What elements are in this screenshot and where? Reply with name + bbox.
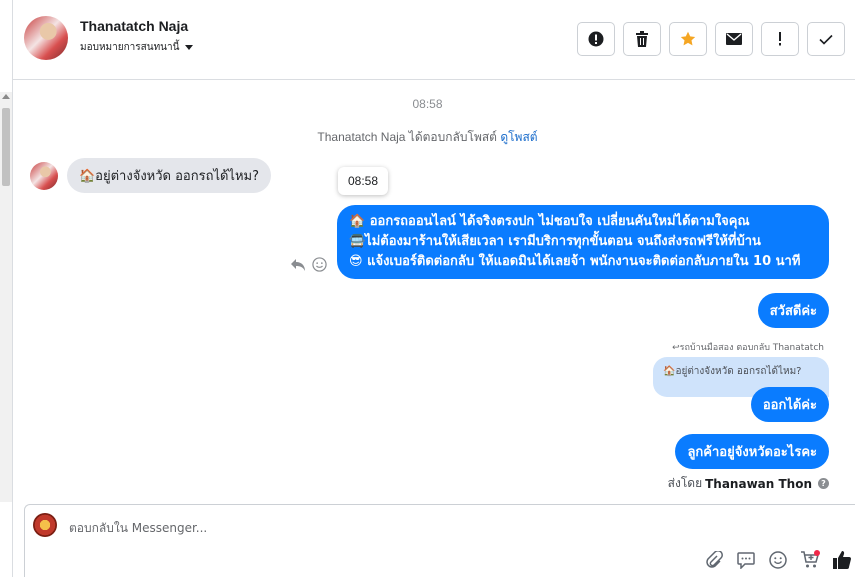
shop-button[interactable] <box>799 549 821 571</box>
view-post-link[interactable]: ดูโพสต์ <box>500 130 537 144</box>
outgoing-message-greeting[interactable]: สวัสดีค่ะ <box>757 293 829 328</box>
caret-down-icon <box>185 45 194 50</box>
star-icon <box>680 31 696 46</box>
post-reply-note: Thanatatch Naja ได้ตอบกลับโพสต์ ดูโพสต์ <box>0 128 855 147</box>
message-input[interactable]: ตอบกลับใน Messenger... <box>69 519 207 538</box>
alert-circle-icon <box>588 31 604 47</box>
message-actions <box>290 257 327 272</box>
emoji-react-icon[interactable] <box>312 257 327 272</box>
envelope-icon <box>726 33 742 45</box>
reply-icon[interactable] <box>290 258 306 272</box>
scrollbar[interactable] <box>0 92 12 502</box>
reply-meta: ↩รถบ้านมือสอง ตอบกลับ Thanatatch <box>672 343 824 353</box>
page-logo-icon <box>33 513 57 537</box>
user-name[interactable]: Thanatatch Naja <box>80 18 188 34</box>
sender-avatar[interactable] <box>30 162 58 190</box>
thumbs-up-icon <box>833 551 851 569</box>
mark-unread-button[interactable] <box>715 22 753 56</box>
reply-note-text: Thanatatch Naja ได้ตอบกลับโพสต์ <box>317 130 497 144</box>
checkmark-icon <box>819 34 833 45</box>
like-button[interactable] <box>831 549 853 571</box>
time-tooltip: 08:58 <box>338 167 389 195</box>
header-actions <box>577 22 845 56</box>
promo-line: 🏠 ออกรถออนไลน์ ได้จริงตรงปก ไม่ชอบใจ เปล… <box>349 214 750 229</box>
sent-by-label: ส่งโดย <box>667 476 703 490</box>
incoming-message[interactable]: 🏠อยู่ต่างจังหวัด ออกรถได้ไหม? <box>67 158 272 193</box>
exclamation-icon <box>779 32 781 46</box>
emoji-button[interactable] <box>767 549 789 571</box>
delete-button[interactable] <box>623 22 661 56</box>
spam-button[interactable] <box>577 22 615 56</box>
outgoing-message-promo[interactable]: 🏠 ออกรถออนไลน์ ได้จริงตรงปก ไม่ชอบใจ เปล… <box>337 205 829 279</box>
saved-replies-button[interactable] <box>735 549 757 571</box>
conversation-header: Thanatatch Naja มอบหมายการสนทนานี้ <box>13 0 855 80</box>
assign-dropdown[interactable]: มอบหมายการสนทนานี้ <box>80 40 194 55</box>
timestamp: 08:58 <box>412 97 443 111</box>
outgoing-message-question[interactable]: ลูกค้าอยู่จังหวัดอะไรคะ <box>675 434 829 469</box>
important-button[interactable] <box>761 22 799 56</box>
avatar[interactable] <box>24 16 68 60</box>
promo-line: 😎 แจ้งเบอร์ติดต่อกลับ ให้แอดมินได้เลยจ้า… <box>349 254 801 269</box>
assign-label: มอบหมายการสนทนานี้ <box>80 42 180 53</box>
attach-button[interactable] <box>703 549 725 571</box>
done-button[interactable] <box>807 22 845 56</box>
composer: ตอบกลับใน Messenger... <box>24 504 855 577</box>
help-icon[interactable]: ? <box>818 478 829 489</box>
composer-tools <box>703 549 853 571</box>
sent-by: ส่งโดย Thanawan Thon ? <box>668 474 829 493</box>
promo-line: 🚍ไม่ต้องมาร้านให้เสียเวลา เรามีบริการทุก… <box>349 234 761 249</box>
outgoing-message-answer[interactable]: ออกได้ค่ะ <box>750 387 829 422</box>
notification-dot <box>814 550 820 556</box>
trash-icon <box>636 31 648 47</box>
smiley-icon <box>769 551 787 569</box>
sent-by-name: Thanawan Thon <box>705 476 812 491</box>
star-button[interactable] <box>669 22 707 56</box>
chat-bubble-icon <box>737 551 755 569</box>
scroll-thumb[interactable] <box>2 108 10 186</box>
panel-divider <box>12 0 13 577</box>
paperclip-icon <box>706 551 723 568</box>
